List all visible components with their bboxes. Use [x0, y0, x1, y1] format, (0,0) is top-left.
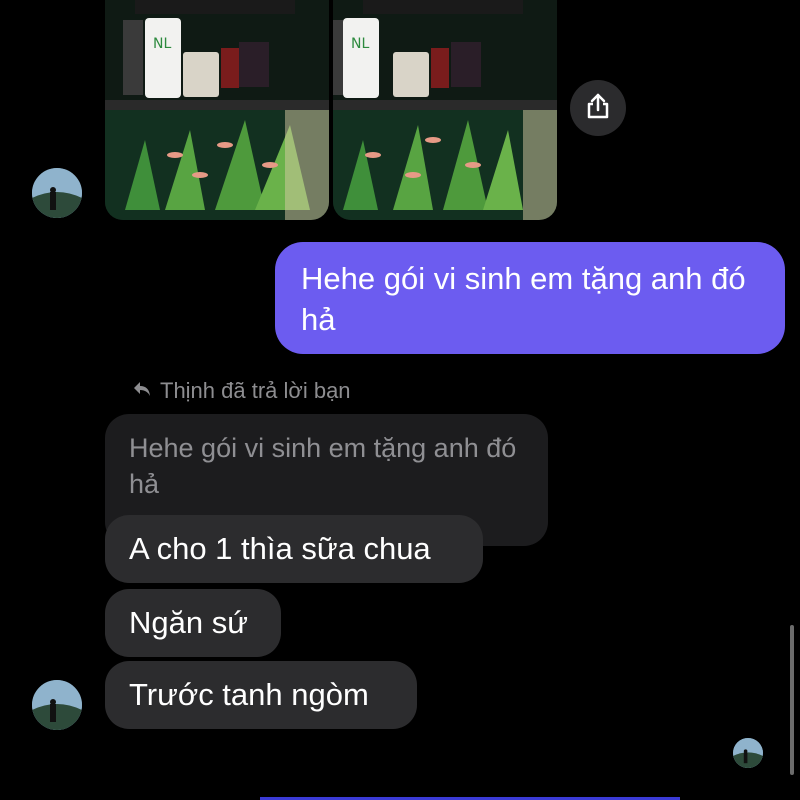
avatar[interactable] — [32, 680, 82, 730]
seen-avatar — [733, 738, 763, 768]
incoming-message-text: Ngăn sứ — [129, 605, 248, 640]
aquarium-photo-1[interactable]: NL — [105, 0, 329, 220]
incoming-message-bubble[interactable]: Ngăn sứ — [105, 589, 281, 657]
incoming-message-bubble[interactable]: A cho 1 thìa sữa chua — [105, 515, 483, 583]
incoming-message-text: Trước tanh ngòm — [129, 677, 369, 712]
scrollbar[interactable] — [790, 625, 794, 775]
incoming-message-text: A cho 1 thìa sữa chua — [129, 531, 431, 566]
outgoing-message-text: Hehe gói vi sinh em tặng anh đó hả — [301, 261, 746, 337]
reply-indicator: Thịnh đã trả lời bạn — [132, 378, 351, 404]
svg-text:NL: NL — [153, 36, 171, 52]
aquarium-photo-2[interactable]: NL — [333, 0, 557, 220]
svg-text:NL: NL — [351, 36, 369, 52]
share-icon — [585, 92, 611, 125]
reply-arrow-icon — [132, 378, 152, 404]
quoted-message-text: Hehe gói vi sinh em tặng anh đó hả — [129, 433, 517, 499]
incoming-message-bubble[interactable]: Trước tanh ngòm — [105, 661, 417, 729]
outgoing-message-bubble[interactable]: Hehe gói vi sinh em tặng anh đó hả — [275, 242, 785, 354]
reply-label-text: Thịnh đã trả lời bạn — [160, 378, 351, 403]
share-button[interactable] — [570, 80, 626, 136]
avatar[interactable] — [32, 168, 82, 218]
